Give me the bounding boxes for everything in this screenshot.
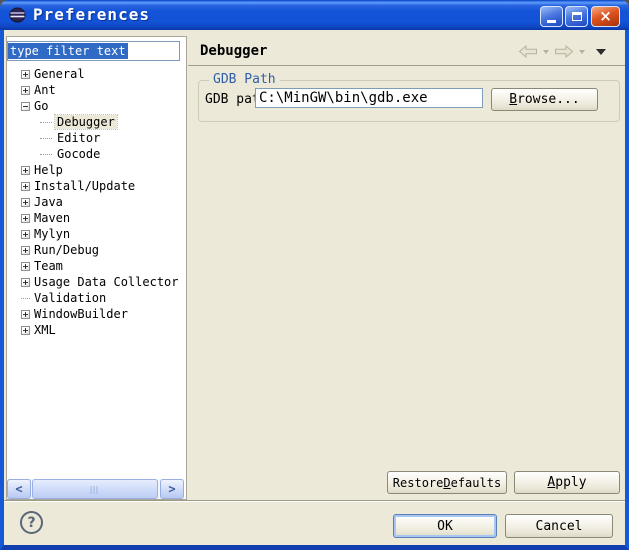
tree-item-label: Debugger — [55, 115, 117, 129]
expander-plus-icon[interactable] — [21, 246, 30, 255]
tree-item-label: Validation — [32, 291, 108, 305]
cancel-button[interactable]: Cancel — [505, 514, 613, 538]
restore-defaults-button[interactable]: Restore Defaults — [387, 471, 507, 494]
tree-item-mylyn[interactable]: Mylyn — [7, 226, 185, 242]
tree-item-validation[interactable]: Validation — [7, 290, 185, 306]
tree-item-java[interactable]: Java — [7, 194, 185, 210]
tree-item-label: Help — [32, 163, 65, 177]
maximize-icon — [572, 12, 582, 21]
preferences-dialog: Preferences × type filter text General An… — [0, 0, 629, 550]
tree-connector-line — [40, 138, 52, 139]
tree-item-label: Maven — [32, 211, 72, 225]
tree-item-install-update[interactable]: Install/Update — [7, 178, 185, 194]
tree-item-debugger[interactable]: Debugger — [7, 114, 185, 130]
tree-item-label: Team — [32, 259, 65, 273]
tree-item-ant[interactable]: Ant — [7, 82, 185, 98]
tree-item-windowbuilder[interactable]: WindowBuilder — [7, 306, 185, 322]
tree-item-label: Mylyn — [32, 227, 72, 241]
tree-item-label: Gocode — [55, 147, 102, 161]
tree-item-label: WindowBuilder — [32, 307, 130, 321]
tree-item-go[interactable]: Go — [7, 98, 185, 114]
expander-plus-icon[interactable] — [21, 70, 30, 79]
tree-horizontal-scrollbar[interactable]: < > — [7, 479, 184, 499]
tree-item-help[interactable]: Help — [7, 162, 185, 178]
filter-text-input[interactable]: type filter text — [7, 41, 180, 61]
forward-dropdown-icon[interactable] — [579, 50, 585, 54]
expander-plus-icon[interactable] — [21, 278, 30, 287]
tree-item-label: Run/Debug — [32, 243, 101, 257]
close-button[interactable]: × — [591, 6, 620, 27]
minimize-icon — [547, 20, 556, 23]
question-mark-icon: ? — [27, 515, 35, 531]
expander-plus-icon[interactable] — [21, 182, 30, 191]
page-title: Debugger — [200, 43, 267, 59]
tree-item-team[interactable]: Team — [7, 258, 185, 274]
titlebar: Preferences × — [0, 0, 629, 30]
expander-plus-icon[interactable] — [21, 86, 30, 95]
tree-item-label: Go — [32, 99, 50, 113]
filter-text-selection: type filter text — [8, 43, 128, 59]
tree-item-gocode[interactable]: Gocode — [7, 146, 185, 162]
tree-item-run-debug[interactable]: Run/Debug — [7, 242, 185, 258]
back-arrow-icon[interactable] — [518, 45, 538, 58]
tree-connector-line — [40, 154, 52, 155]
maximize-button[interactable] — [565, 6, 588, 27]
expander-plus-icon[interactable] — [21, 166, 30, 175]
scroll-grip-icon — [91, 486, 100, 494]
tree-item-editor[interactable]: Editor — [7, 130, 185, 146]
expander-plus-icon[interactable] — [21, 262, 30, 271]
tree-item-general[interactable]: General — [7, 66, 185, 82]
expander-plus-icon[interactable] — [21, 326, 30, 335]
expander-plus-icon[interactable] — [21, 214, 30, 223]
tree-connector-line — [21, 298, 30, 299]
tree-item-label: Java — [32, 195, 65, 209]
back-dropdown-icon[interactable] — [543, 50, 549, 54]
tree-item-usage-data-collector[interactable]: Usage Data Collector — [7, 274, 185, 290]
close-icon: × — [599, 9, 612, 24]
tree-item-xml[interactable]: XML — [7, 322, 185, 338]
tree-item-label: Install/Update — [32, 179, 137, 193]
scroll-left-button[interactable]: < — [7, 479, 31, 499]
tree-item-label: Editor — [55, 131, 102, 145]
ok-button[interactable]: OK — [393, 514, 497, 538]
gdb-path-input[interactable] — [255, 88, 483, 108]
preferences-tree: General Ant Go Debugger Editor Gocode Help Inst… — [7, 66, 185, 338]
tree-item-maven[interactable]: Maven — [7, 210, 185, 226]
scroll-thumb[interactable] — [32, 479, 158, 499]
scroll-right-button[interactable]: > — [160, 479, 184, 499]
tree-item-label: General — [32, 67, 87, 81]
apply-button[interactable]: Apply — [514, 471, 620, 494]
expander-plus-icon[interactable] — [21, 310, 30, 319]
header-divider — [188, 65, 625, 66]
help-button[interactable]: ? — [20, 511, 43, 534]
tree-item-label: XML — [32, 323, 58, 337]
tree-item-label: Ant — [32, 83, 58, 97]
expander-plus-icon[interactable] — [21, 198, 30, 207]
browse-button[interactable]: Browse... — [491, 88, 598, 111]
minimize-button[interactable] — [540, 6, 563, 27]
group-title: GDB Path — [209, 72, 280, 87]
chevron-right-icon: > — [168, 481, 175, 497]
tree-item-label: Usage Data Collector — [32, 275, 181, 289]
expander-plus-icon[interactable] — [21, 230, 30, 239]
window-title: Preferences — [33, 5, 150, 24]
tree-connector-line — [40, 122, 52, 123]
eclipse-logo-icon — [9, 7, 26, 23]
view-menu-icon[interactable] — [596, 49, 606, 55]
header-nav-toolbar — [518, 45, 606, 58]
forward-arrow-icon[interactable] — [554, 45, 574, 58]
expander-minus-icon[interactable] — [21, 102, 30, 111]
footer-divider — [4, 500, 625, 502]
chevron-left-icon: < — [15, 481, 22, 497]
